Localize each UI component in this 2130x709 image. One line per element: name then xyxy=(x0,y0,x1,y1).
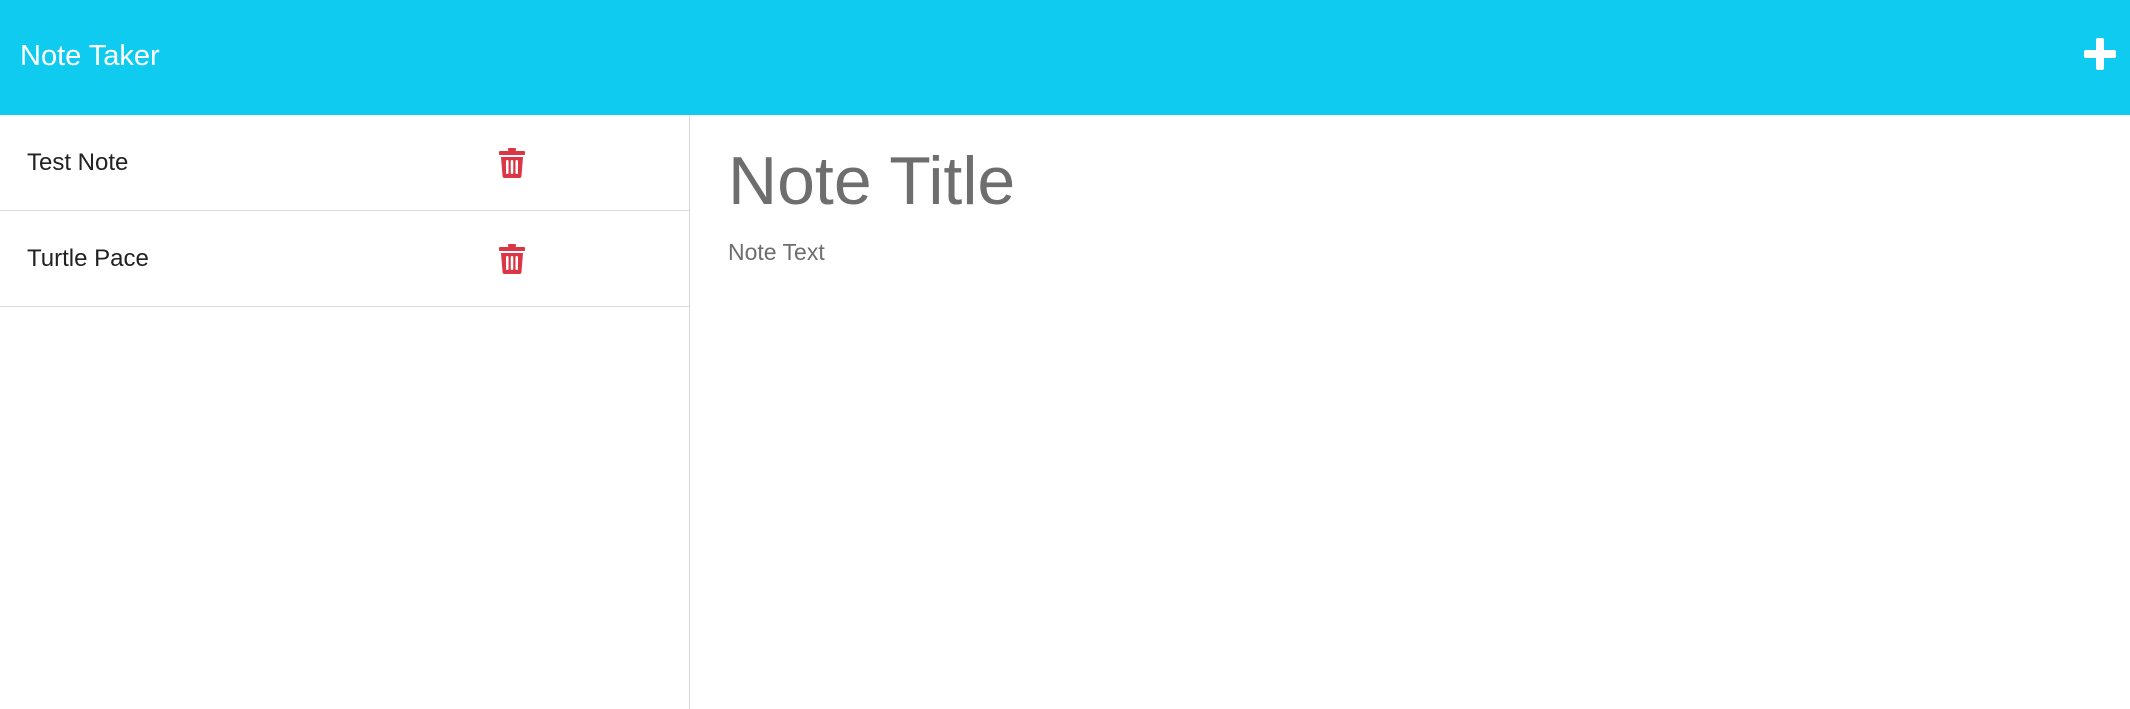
list-item[interactable]: Turtle Pace xyxy=(0,211,689,307)
note-taker-app: Note Taker Test Note Turtle Pace Note Ti… xyxy=(0,0,2130,709)
delete-note-button[interactable] xyxy=(499,244,525,274)
app-title: Note Taker xyxy=(20,40,160,72)
new-note-button[interactable] xyxy=(2082,36,2118,72)
note-item-title: Test Note xyxy=(27,149,129,176)
note-title-input[interactable] xyxy=(728,139,1928,223)
note-list: Test Note Turtle Pace xyxy=(0,115,689,307)
list-item[interactable]: Test Note xyxy=(0,115,689,211)
plus-icon xyxy=(2084,38,2116,70)
trash-icon xyxy=(499,148,525,178)
note-list-sidebar: Test Note Turtle Pace xyxy=(0,115,690,709)
note-item-title: Turtle Pace xyxy=(27,245,149,272)
note-editor xyxy=(690,115,2130,709)
note-text-input[interactable] xyxy=(728,237,2088,677)
navbar: Note Taker xyxy=(0,0,2130,115)
delete-note-button[interactable] xyxy=(499,148,525,178)
trash-icon xyxy=(499,244,525,274)
